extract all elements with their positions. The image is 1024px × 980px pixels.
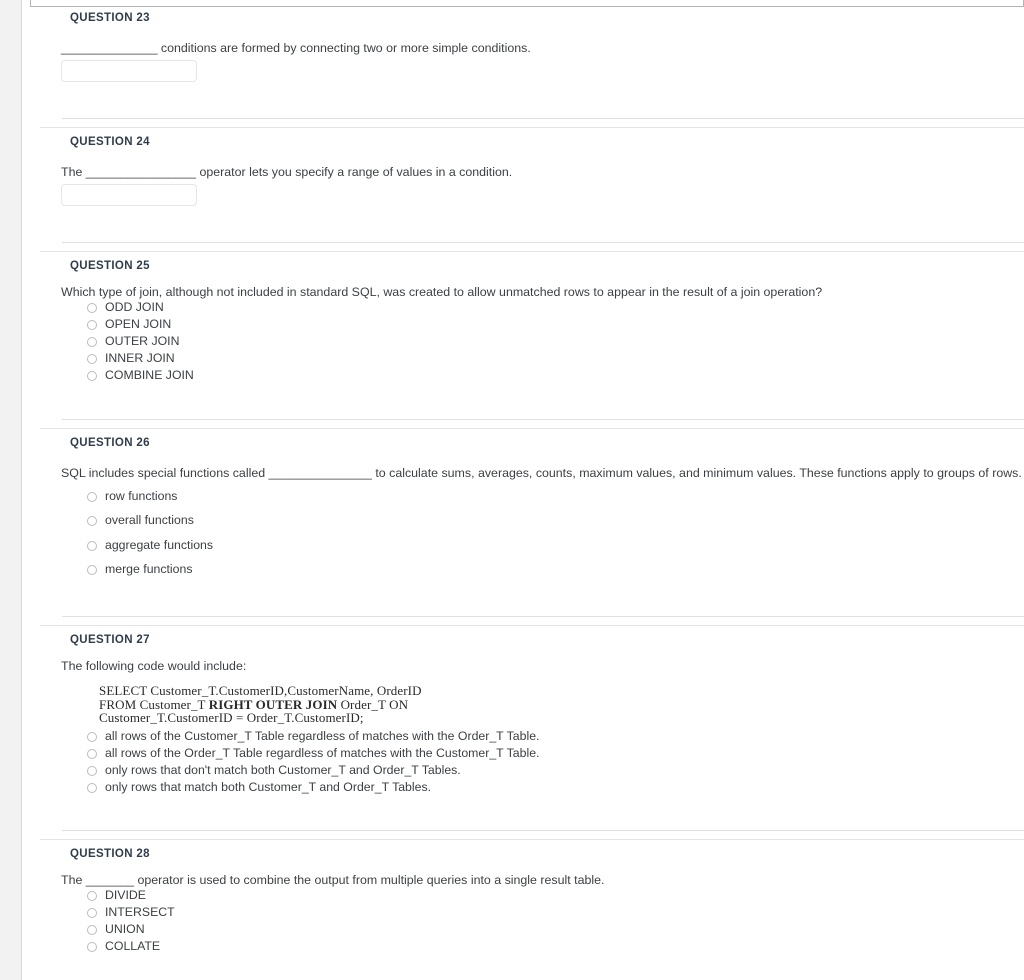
question-header-26: QUESTION 26 [70,437,150,449]
option-28-2[interactable]: INTERSECT [87,906,175,919]
question-section-rule-25 [40,251,1024,252]
option-label: COLLATE [105,939,161,953]
radio-icon[interactable] [87,540,97,551]
question-prompt-26: SQL includes special functions called __… [61,466,1022,480]
content-frame-left-border [21,0,22,980]
option-26-2[interactable]: overall functions [87,514,194,527]
option-label: ODD JOIN [105,300,164,314]
radio-icon[interactable] [87,336,97,347]
page-left-gutter [0,0,22,980]
option-label: INNER JOIN [105,351,175,365]
option-label: DIVIDE [105,888,146,902]
option-28-3[interactable]: UNION [87,923,145,936]
option-label: all rows of the Order_T Table regardless… [105,746,540,760]
question-divider-23 [62,118,1024,119]
option-25-3[interactable]: OUTER JOIN [87,335,179,348]
radio-icon[interactable] [87,515,97,526]
option-25-1[interactable]: ODD JOIN [87,301,164,314]
radio-icon[interactable] [87,924,97,935]
radio-icon[interactable] [87,941,97,952]
sql-code-block: SELECT Customer_T.CustomerID,CustomerNam… [99,684,422,725]
option-label: merge functions [105,562,193,576]
radio-icon[interactable] [87,907,97,918]
answer-input-24[interactable] [61,184,197,206]
option-label: overall functions [105,513,194,527]
question-section-rule-26 [40,428,1024,429]
quiz-content-area: QUESTION 23 ______________ conditions ar… [22,0,1024,980]
option-label: all rows of the Customer_T Table regardl… [105,729,540,743]
radio-icon[interactable] [87,748,97,759]
question-divider-24 [62,242,1024,243]
question-header-23: QUESTION 23 [70,12,150,24]
question-prompt-25: Which type of join, although not include… [61,285,823,299]
radio-icon[interactable] [87,731,97,742]
question-divider-26 [62,616,1024,617]
option-label: only rows that match both Customer_T and… [105,780,432,794]
option-27-1[interactable]: all rows of the Customer_T Table regardl… [87,730,539,743]
option-label: COMBINE JOIN [105,368,194,382]
option-label: UNION [105,922,145,936]
radio-icon[interactable] [87,491,97,502]
question-prompt-27: The following code would include: [61,659,247,673]
option-28-4[interactable]: COLLATE [87,940,160,953]
radio-icon[interactable] [87,302,97,313]
radio-icon[interactable] [87,353,97,364]
question-section-rule-28 [40,839,1024,840]
radio-icon[interactable] [87,782,97,793]
previous-question-block-edge [30,0,1024,7]
question-prompt-24: The ________________ operator lets you s… [61,165,513,179]
option-25-2[interactable]: OPEN JOIN [87,318,171,331]
question-divider-27 [62,830,1024,831]
answer-input-23[interactable] [61,60,197,82]
radio-icon[interactable] [87,319,97,330]
option-label: row functions [105,489,178,503]
option-26-4[interactable]: merge functions [87,563,193,576]
option-label: aggregate functions [105,538,214,552]
radio-icon[interactable] [87,890,97,901]
question-section-rule-24 [40,127,1024,128]
question-header-24: QUESTION 24 [70,136,150,148]
option-label: only rows that don't match both Customer… [105,763,461,777]
question-header-28: QUESTION 28 [70,848,150,860]
option-27-2[interactable]: all rows of the Order_T Table regardless… [87,747,539,760]
option-26-1[interactable]: row functions [87,490,177,503]
radio-icon[interactable] [87,765,97,776]
option-25-5[interactable]: COMBINE JOIN [87,369,194,382]
question-prompt-23: ______________ conditions are formed by … [61,41,531,55]
option-label: OUTER JOIN [105,334,180,348]
question-header-27: QUESTION 27 [70,634,150,646]
option-28-1[interactable]: DIVIDE [87,889,146,902]
option-27-3[interactable]: only rows that don't match both Customer… [87,764,461,777]
question-prompt-28: The _______ operator is used to combine … [61,873,605,887]
option-25-4[interactable]: INNER JOIN [87,352,175,365]
option-26-3[interactable]: aggregate functions [87,539,213,552]
option-label: INTERSECT [105,905,175,919]
question-header-25: QUESTION 25 [70,260,150,272]
question-divider-25 [62,419,1024,420]
radio-icon[interactable] [87,564,97,575]
option-27-4[interactable]: only rows that match both Customer_T and… [87,781,431,794]
option-label: OPEN JOIN [105,317,172,331]
radio-icon[interactable] [87,370,97,381]
sql-code-line-3: Customer_T.CustomerID = Order_T.Customer… [99,710,364,725]
question-section-rule-27 [40,625,1024,626]
